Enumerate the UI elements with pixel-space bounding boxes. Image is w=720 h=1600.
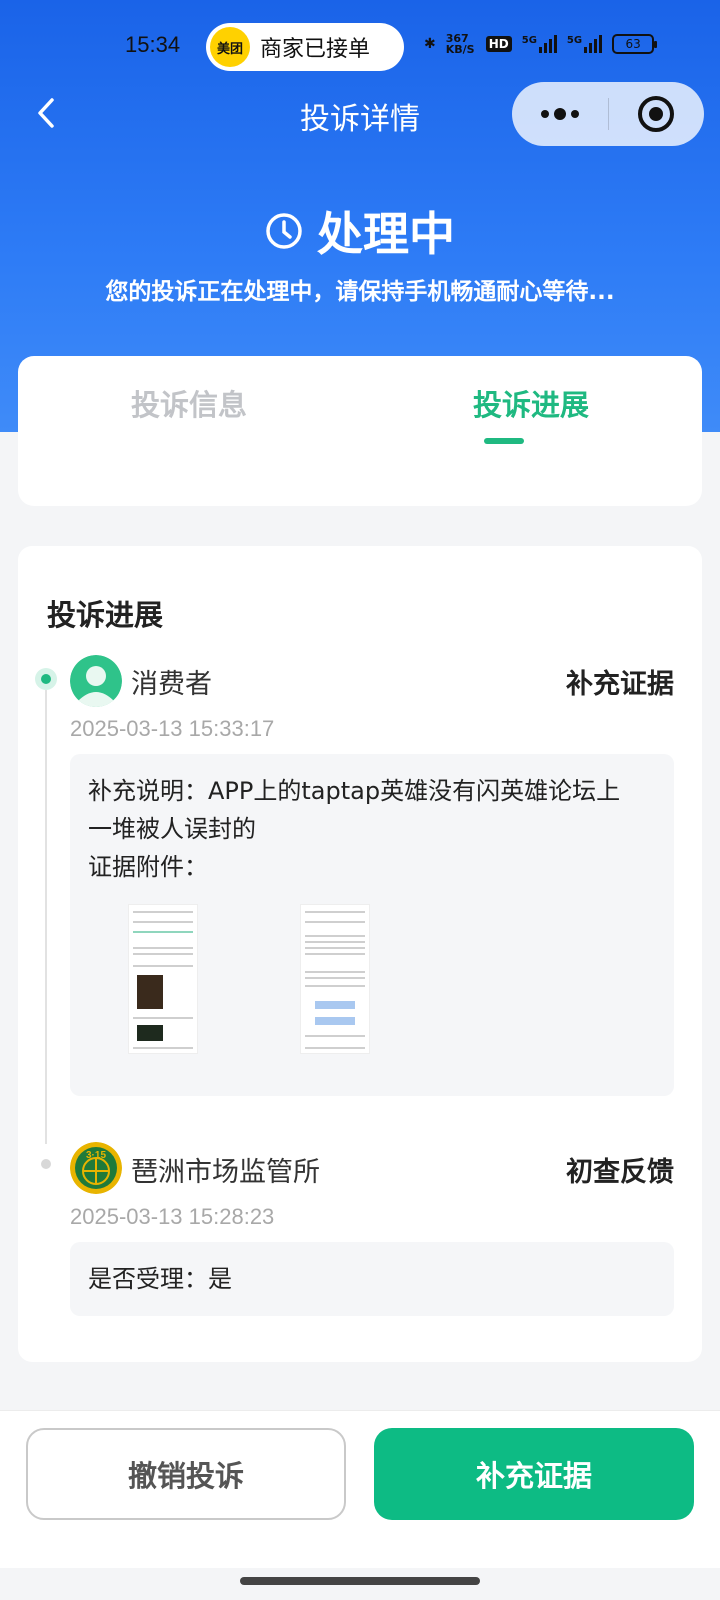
home-indicator[interactable] <box>240 1577 480 1585</box>
bluetooth-icon: ✱ <box>424 36 436 52</box>
entry-detail: 补充说明：APP上的taptap英雄没有闪英雄论坛上 一堆被人误封的 证据附件： <box>70 754 674 1096</box>
status-bar: 15:34 美团 商家已接单 ✱ 367 KB/S HD 5G 5G 63 <box>0 22 720 74</box>
detail-line: 一堆被人误封的 <box>88 815 256 843</box>
detail-line: 证据附件： <box>88 853 208 881</box>
entry-action: 补充证据 <box>566 669 674 700</box>
entry-detail: 是否受理：是 <box>70 1242 674 1316</box>
more-icon[interactable] <box>512 82 608 146</box>
entry-action: 初查反馈 <box>566 1157 674 1188</box>
market-bureau-avatar: 3·15 <box>70 1142 122 1194</box>
status-icons: ✱ 367 KB/S HD 5G 5G 63 <box>424 32 658 56</box>
detail-line: 补充说明：APP上的taptap英雄没有闪英雄论坛上 <box>88 777 621 805</box>
entry-actor: 消费者 <box>131 669 212 700</box>
attachment-thumbnail[interactable] <box>300 904 370 1054</box>
svg-text:3·15: 3·15 <box>86 1150 106 1161</box>
close-miniprogram-icon[interactable] <box>608 82 704 146</box>
miniprogram-capsule <box>512 82 704 146</box>
status-time: 15:34 <box>125 32 181 57</box>
tab-complaint-info[interactable]: 投诉信息 <box>18 382 360 424</box>
cancel-complaint-button[interactable]: 撤销投诉 <box>26 1428 346 1520</box>
detail-text: 补充说明：APP上的taptap英雄没有闪英雄论坛上 一堆被人误封的 证据附件： <box>70 754 674 886</box>
entry-timestamp: 2025-03-13 15:28:23 <box>70 1204 275 1229</box>
notification-pill[interactable]: 美团 商家已接单 <box>206 23 404 71</box>
notification-text: 商家已接单 <box>260 37 371 62</box>
status-title: 处理中 <box>317 207 455 261</box>
detail-line: 是否受理：是 <box>88 1265 232 1293</box>
hd-icon: HD <box>485 36 512 52</box>
timeline-dot <box>41 1159 51 1169</box>
clock-icon <box>266 213 302 249</box>
supplement-evidence-button[interactable]: 补充证据 <box>374 1428 694 1520</box>
meituan-logo-icon: 美团 <box>210 27 250 67</box>
timeline-line <box>45 690 47 1144</box>
entry-timestamp: 2025-03-13 15:33:17 <box>70 716 275 741</box>
battery-icon: 63 <box>612 34 658 54</box>
entry-actor: 琶洲市场监管所 <box>131 1157 320 1188</box>
tab-active-indicator <box>484 438 524 444</box>
tab-complaint-progress[interactable]: 投诉进展 <box>360 382 702 424</box>
signal-icon-2: 5G <box>567 35 603 53</box>
net-speed: 367 KB/S <box>445 32 475 56</box>
status-row: 处理中 <box>0 198 720 264</box>
timeline-dot-active <box>35 668 57 690</box>
attachment-thumbnail[interactable] <box>128 904 198 1054</box>
status-description: 您的投诉正在处理中，请保持手机畅通耐心等待... <box>105 279 615 305</box>
section-title: 投诉进展 <box>47 598 164 632</box>
attachment-list <box>128 904 370 1054</box>
consumer-avatar <box>70 655 122 707</box>
signal-icon: 5G <box>522 35 557 53</box>
tabs-card: 投诉信息 投诉进展 <box>18 356 702 506</box>
